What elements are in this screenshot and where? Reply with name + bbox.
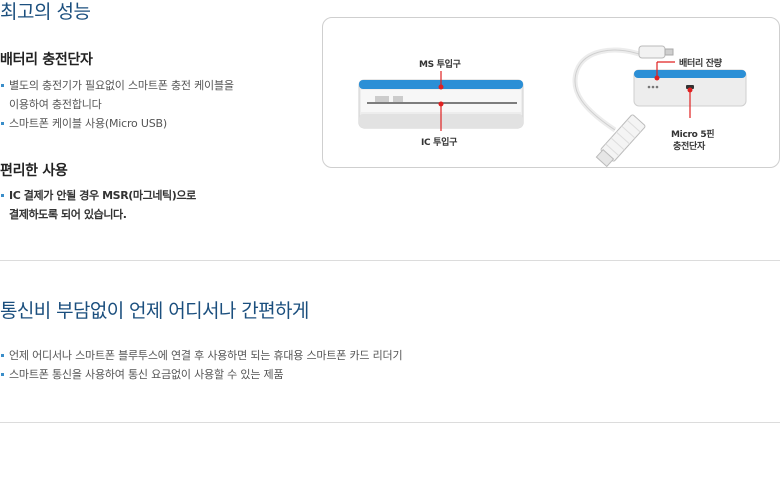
battery-level-label: 배터리 잔량 xyxy=(679,59,722,69)
section-divider-2 xyxy=(0,422,780,423)
battery-bullet-1: 별도의 충전기가 필요없이 스마트폰 충전 케이블을 xyxy=(0,76,234,95)
battery-bullet-list: 별도의 충전기가 필요없이 스마트폰 충전 케이블을 이용하여 충전합니다 스마… xyxy=(0,76,234,133)
micro-port-marker xyxy=(687,87,693,93)
product-figure: MS 투입구 IC 투입구 배터리 잔량 Micro 5핀 충전단자 xyxy=(322,17,780,168)
ms-slot-marker xyxy=(438,84,444,90)
ic-slot-marker xyxy=(438,101,444,107)
battery-level-marker xyxy=(654,75,660,81)
communication-bullet-2: 스마트폰 통신을 사용하여 통신 요금없이 사용할 수 있는 제품 xyxy=(0,365,402,384)
micro-port-label-line2: 충전단자 xyxy=(673,142,705,152)
battery-subtitle: 배터리 충전단자 xyxy=(0,52,93,68)
communication-title: 통신비 부담없이 언제 어디서나 간편하게 xyxy=(0,300,309,322)
convenience-bullet-list: IC 결제가 안될 경우 MSR(마그네틱)으로 결제하도록 되어 있습니다. xyxy=(0,186,196,224)
card-reader-illustration xyxy=(358,45,747,167)
convenience-bullet-1: IC 결제가 안될 경우 MSR(마그네틱)으로 xyxy=(0,186,196,205)
battery-bullet-1-continued: 이용하여 충전합니다 xyxy=(9,98,102,111)
micro-usb-plug xyxy=(638,45,674,59)
ic-slot-label: IC 투입구 xyxy=(421,138,458,148)
convenience-bullet-1-continued: 결제하도록 되어 있습니다. xyxy=(9,208,127,221)
ms-slot-label: MS 투입구 xyxy=(419,60,461,70)
battery-bullet-2: 스마트폰 케이블 사용(Micro USB) xyxy=(0,114,234,133)
section-divider-1 xyxy=(0,260,780,261)
convenience-subtitle: 편리한 사용 xyxy=(0,163,68,179)
communication-bullet-1: 언제 어디서나 스마트폰 블루투스에 연결 후 사용하면 되는 휴대용 스마트폰… xyxy=(0,346,403,365)
communication-bullet-list: 언제 어디서나 스마트폰 블루투스에 연결 후 사용하면 되는 휴대용 스마트폰… xyxy=(0,346,403,384)
performance-title: 최고의 성능 xyxy=(0,1,91,23)
